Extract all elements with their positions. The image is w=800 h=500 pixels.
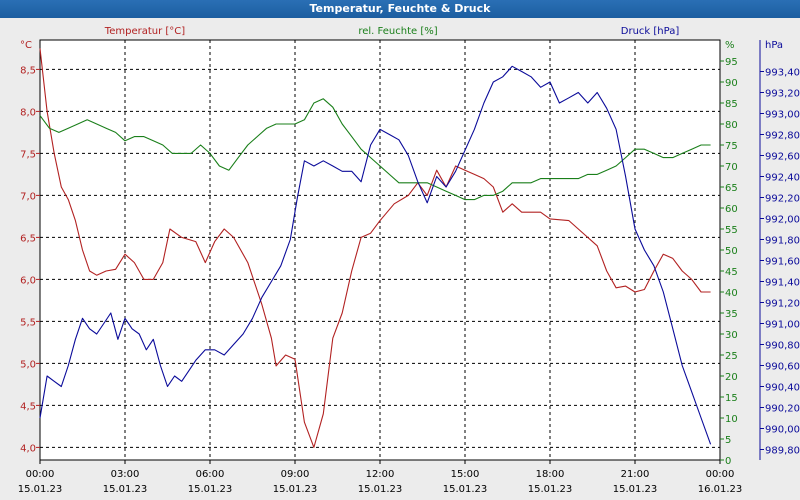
humidity-tick-label: 80: [725, 120, 738, 131]
humidity-tick-label: 90: [725, 78, 738, 89]
temperature-tick-label: 4,5: [20, 401, 36, 412]
pressure-tick-label: 993,20: [765, 89, 800, 100]
temperature-axis-title: Temperatur [°C]: [104, 26, 185, 37]
pressure-tick-label: 991,80: [765, 236, 800, 247]
x-tick-label-time: 15:00: [451, 469, 480, 480]
pressure-tick-label: 992,20: [765, 194, 800, 205]
temperature-tick-label: 8,0: [20, 107, 36, 118]
x-tick-label-time: 18:00: [536, 469, 565, 480]
pressure-tick-label: 992,00: [765, 215, 800, 226]
x-tick-label-date: 15.01.23: [443, 484, 488, 495]
x-tick-label-time: 03:00: [111, 469, 140, 480]
pressure-tick-label: 991,20: [765, 299, 800, 310]
x-tick-label-date: 15.01.23: [103, 484, 148, 495]
pressure-unit-label: hPa: [765, 40, 783, 51]
x-tick-label-time: 09:00: [281, 469, 310, 480]
pressure-tick-label: 991,60: [765, 257, 800, 268]
temperature-tick-label: 5,5: [20, 317, 36, 328]
x-tick-label-time: 06:00: [196, 469, 225, 480]
humidity-tick-label: 5: [725, 435, 731, 446]
pressure-tick-label: 990,60: [765, 362, 800, 373]
humidity-tick-label: 55: [725, 225, 738, 236]
humidity-tick-label: 40: [725, 288, 738, 299]
x-tick-label-date: 15.01.23: [613, 484, 658, 495]
humidity-tick-label: 60: [725, 204, 738, 215]
humidity-tick-label: 50: [725, 246, 738, 257]
pressure-tick-label: 993,00: [765, 110, 800, 121]
pressure-tick-label: 990,80: [765, 341, 800, 352]
chart-title: Temperatur, Feuchte & Druck: [0, 0, 800, 18]
humidity-tick-label: 0: [725, 456, 731, 467]
humidity-tick-label: 35: [725, 309, 738, 320]
humidity-tick-label: 15: [725, 393, 738, 404]
humidity-tick-label: 25: [725, 351, 738, 362]
pressure-tick-label: 989,80: [765, 446, 800, 457]
temperature-tick-label: 7,0: [20, 191, 36, 202]
temperature-tick-label: 6,0: [20, 275, 36, 286]
pressure-tick-label: 991,00: [765, 320, 800, 331]
temperature-unit-label: °C: [20, 40, 32, 51]
x-tick-label-date: 15.01.23: [358, 484, 403, 495]
humidity-tick-label: 30: [725, 330, 738, 341]
chart-plot: 00:00 15.01.23 03:00 15.01.23 06:00 15.01.23 0…: [0, 18, 800, 500]
pressure-tick-label: 992,60: [765, 152, 800, 163]
pressure-tick-label: 992,40: [765, 173, 800, 184]
x-tick-label-date: 15.01.23: [188, 484, 233, 495]
x-tick-label-date: 15.01.23: [273, 484, 318, 495]
x-tick-label-time: 21:00: [621, 469, 650, 480]
pressure-tick-label: 990,00: [765, 425, 800, 436]
humidity-tick-label: 45: [725, 267, 738, 278]
humidity-tick-label: 95: [725, 57, 738, 68]
x-tick-label-time: 00:00: [706, 469, 735, 480]
temperature-tick-label: 7,5: [20, 149, 36, 160]
humidity-tick-label: 85: [725, 99, 738, 110]
humidity-tick-label: 20: [725, 372, 738, 383]
temperature-tick-label: 6,5: [20, 233, 36, 244]
pressure-tick-label: 990,40: [765, 383, 800, 394]
humidity-tick-label: 10: [725, 414, 738, 425]
chart-window: Temperatur, Feuchte & Druck 00:00 15.01.2…: [0, 0, 800, 500]
temperature-tick-label: 5,0: [20, 359, 36, 370]
pressure-axis-title: Druck [hPa]: [621, 26, 680, 37]
pressure-tick-label: 993,40: [765, 68, 800, 79]
humidity-unit-label: %: [725, 40, 735, 51]
x-tick-label-time: 12:00: [366, 469, 395, 480]
temperature-tick-label: 4,0: [20, 443, 36, 454]
x-tick-label-date: 15.01.23: [18, 484, 63, 495]
pressure-tick-label: 990,20: [765, 404, 800, 415]
humidity-tick-label: 75: [725, 141, 738, 152]
pressure-tick-label: 992,80: [765, 131, 800, 142]
x-tick-label-time: 00:00: [26, 469, 55, 480]
temperature-tick-label: 8,5: [20, 65, 36, 76]
x-tick-label-date: 15.01.23: [528, 484, 573, 495]
x-tick-label-date: 16.01.23: [698, 484, 743, 495]
humidity-tick-label: 65: [725, 183, 738, 194]
pressure-tick-label: 991,40: [765, 278, 800, 289]
humidity-tick-label: 70: [725, 162, 738, 173]
humidity-axis-title: rel. Feuchte [%]: [358, 26, 437, 37]
